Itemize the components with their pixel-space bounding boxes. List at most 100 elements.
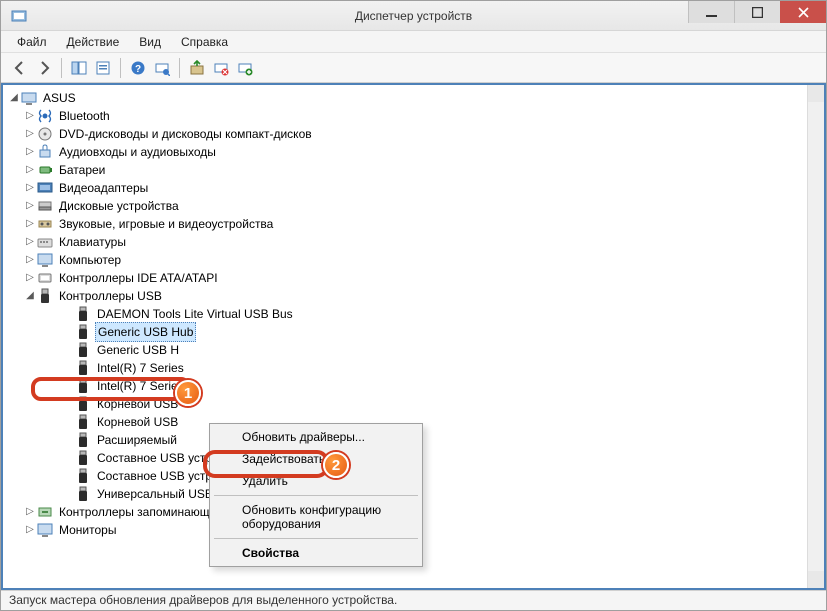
tree-device[interactable]: Универсальный USB-концентратор xyxy=(61,485,824,503)
category-label: Bluetooth xyxy=(57,107,112,125)
device-label: Generic USB Hub xyxy=(95,322,196,342)
separator xyxy=(61,58,62,78)
category-icon xyxy=(37,270,53,286)
tree-device[interactable]: Intel(R) 7 Series xyxy=(61,359,824,377)
tree-device[interactable]: Корневой USB xyxy=(61,395,824,413)
minimize-button[interactable] xyxy=(688,1,734,23)
tree-device[interactable]: Generic USB Hub xyxy=(61,323,824,341)
tree-category[interactable]: ▷ DVD-дисководы и дисководы компакт-диск… xyxy=(23,125,824,143)
twisty-icon[interactable]: ▷ xyxy=(23,503,37,521)
ctx-delete[interactable]: Удалить xyxy=(212,470,420,492)
tree-category[interactable]: ▷ Клавиатуры xyxy=(23,233,824,251)
tree-device[interactable]: Составное USB устройство xyxy=(61,467,824,485)
category-label: Батареи xyxy=(57,161,107,179)
scan-hardware-button[interactable] xyxy=(151,57,173,79)
usb-device-icon xyxy=(75,396,91,412)
tree-category[interactable]: ▷ Контроллеры запоминающих устройств xyxy=(23,503,824,521)
properties-button[interactable] xyxy=(92,57,114,79)
tree-device[interactable]: Generic USB H xyxy=(61,341,824,359)
tree-root[interactable]: ◢ ASUS xyxy=(5,89,824,107)
usb-device-icon xyxy=(75,342,91,358)
tree-device[interactable]: Расширяемый xyxy=(61,431,824,449)
category-label: Контроллеры IDE ATA/ATAPI xyxy=(57,269,220,287)
tree-device[interactable]: DAEMON Tools Lite Virtual USB Bus xyxy=(61,305,824,323)
ctx-update-drivers[interactable]: Обновить драйверы... xyxy=(212,426,420,448)
menubar: Файл Действие Вид Справка xyxy=(1,31,826,53)
maximize-button[interactable] xyxy=(734,1,780,23)
tree-category[interactable]: ▷ Компьютер xyxy=(23,251,824,269)
tree-category[interactable]: ▷ Аудиовходы и аудиовыходы xyxy=(23,143,824,161)
usb-icon xyxy=(37,288,53,304)
twisty-icon[interactable]: ▷ xyxy=(23,125,37,143)
separator xyxy=(179,58,180,78)
category-icon xyxy=(37,126,53,142)
category-icon xyxy=(37,252,53,268)
device-label: Корневой USB xyxy=(95,395,180,413)
ctx-enable[interactable]: Задействовать xyxy=(212,448,420,470)
usb-device-icon xyxy=(75,468,91,484)
usb-device-icon xyxy=(75,486,91,502)
tree-category[interactable]: ▷ Звуковые, игровые и видеоустройства xyxy=(23,215,824,233)
usb-device-icon xyxy=(75,414,91,430)
ctx-refresh-hw[interactable]: Обновить конфигурацию оборудования xyxy=(212,499,420,535)
twisty-icon[interactable]: ▷ xyxy=(23,233,37,251)
uninstall-button[interactable] xyxy=(210,57,232,79)
tree-category[interactable]: ▷ Контроллеры IDE ATA/ATAPI xyxy=(23,269,824,287)
app-icon xyxy=(11,8,27,24)
category-label: Мониторы xyxy=(57,521,118,539)
twisty-icon[interactable]: ▷ xyxy=(23,107,37,125)
update-driver-button[interactable] xyxy=(186,57,208,79)
twisty-icon[interactable]: ▷ xyxy=(23,143,37,161)
tree-category-usb-controllers[interactable]: ◢ Контроллеры USB xyxy=(23,287,824,305)
category-label: DVD-дисководы и дисководы компакт-дисков xyxy=(57,125,314,143)
device-label: Intel(R) 7 Series xyxy=(95,359,186,377)
twisty-icon[interactable]: ▷ xyxy=(23,521,37,539)
category-icon xyxy=(37,180,53,196)
twisty-icon[interactable]: ▷ xyxy=(23,251,37,269)
tree-category[interactable]: ▷ Мониторы xyxy=(23,521,824,539)
category-icon xyxy=(37,144,53,160)
enable-button[interactable] xyxy=(234,57,256,79)
category-label: Контроллеры USB xyxy=(57,287,164,305)
tree-device[interactable]: Корневой USB xyxy=(61,413,824,431)
category-icon xyxy=(37,198,53,214)
device-tree-pane: ◢ ASUS ▷ Bluetooth ▷ DVD-дисководы и дис… xyxy=(1,83,826,590)
show-hide-tree-button[interactable] xyxy=(68,57,90,79)
separator xyxy=(214,495,418,496)
tree-category[interactable]: ▷ Bluetooth xyxy=(23,107,824,125)
twisty-icon[interactable]: ▷ xyxy=(23,197,37,215)
tree-category[interactable]: ▷ Дисковые устройства xyxy=(23,197,824,215)
twisty-icon[interactable]: ◢ xyxy=(7,89,21,107)
twisty-icon[interactable]: ▷ xyxy=(23,179,37,197)
forward-button[interactable] xyxy=(33,57,55,79)
menu-help[interactable]: Справка xyxy=(171,33,238,51)
menu-action[interactable]: Действие xyxy=(57,33,130,51)
category-label: Видеоадаптеры xyxy=(57,179,150,197)
category-icon xyxy=(37,108,53,124)
back-button[interactable] xyxy=(9,57,31,79)
close-button[interactable] xyxy=(780,1,826,23)
vertical-scrollbar[interactable] xyxy=(807,85,824,588)
twisty-icon[interactable]: ▷ xyxy=(23,161,37,179)
help-button[interactable]: ? xyxy=(127,57,149,79)
tree-device[interactable]: Составное USB устройство xyxy=(61,449,824,467)
usb-children: DAEMON Tools Lite Virtual USB Bus Generi… xyxy=(23,305,824,503)
device-label: Intel(R) 7 Series xyxy=(95,377,186,395)
menu-view[interactable]: Вид xyxy=(129,33,171,51)
category-icon xyxy=(37,234,53,250)
twisty-icon[interactable]: ◢ xyxy=(23,287,37,305)
status-text: Запуск мастера обновления драйверов для … xyxy=(9,593,397,607)
tree-category[interactable]: ▷ Видеоадаптеры xyxy=(23,179,824,197)
menu-file[interactable]: Файл xyxy=(7,33,57,51)
tree-category[interactable]: ▷ Батареи xyxy=(23,161,824,179)
device-label: DAEMON Tools Lite Virtual USB Bus xyxy=(95,305,295,323)
ctx-properties[interactable]: Свойства xyxy=(212,542,420,564)
usb-device-icon xyxy=(75,432,91,448)
tree-device[interactable]: Intel(R) 7 Series xyxy=(61,377,824,395)
category-icon xyxy=(37,162,53,178)
titlebar: Диспетчер устройств xyxy=(1,1,826,31)
twisty-icon[interactable]: ▷ xyxy=(23,215,37,233)
twisty-icon[interactable]: ▷ xyxy=(23,269,37,287)
separator xyxy=(214,538,418,539)
computer-icon xyxy=(21,90,37,106)
